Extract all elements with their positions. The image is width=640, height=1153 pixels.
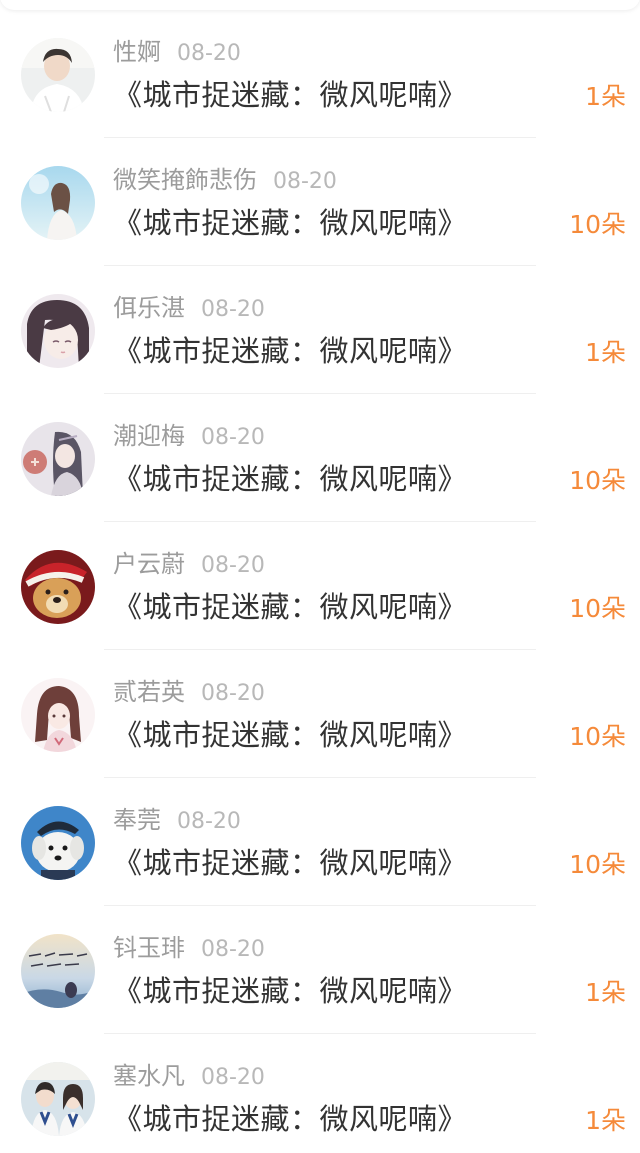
user-name[interactable]: 潮迎梅 xyxy=(113,422,185,450)
item-date: 08-20 xyxy=(201,681,265,706)
list-item[interactable]: 性婀 08-20 《城市捉迷藏：微风呢喃》 1朵 xyxy=(0,10,640,138)
list-item[interactable]: 户云蔚 08-20 《城市捉迷藏：微风呢喃》 10朵 xyxy=(0,522,640,650)
user-name[interactable]: 微笑掩飾悲伤 xyxy=(113,166,257,194)
avatar[interactable] xyxy=(21,38,95,112)
item-meta: 户云蔚 08-20 xyxy=(113,548,265,580)
gift-title[interactable]: 《城市捉迷藏：微风呢喃》 xyxy=(113,716,467,754)
avatar[interactable] xyxy=(21,294,95,368)
flower-count: 1朵 xyxy=(585,82,626,111)
list-item[interactable]: 潮迎梅 08-20 《城市捉迷藏：微风呢喃》 10朵 xyxy=(0,394,640,522)
item-date: 08-20 xyxy=(201,425,265,450)
item-date: 08-20 xyxy=(177,41,241,66)
list-item[interactable]: 微笑掩飾悲伤 08-20 《城市捉迷藏：微风呢喃》 10朵 xyxy=(0,138,640,266)
gift-title[interactable]: 《城市捉迷藏：微风呢喃》 xyxy=(113,76,467,114)
gift-title[interactable]: 《城市捉迷藏：微风呢喃》 xyxy=(113,1100,467,1138)
flower-count: 10朵 xyxy=(569,722,626,751)
avatar[interactable] xyxy=(21,422,95,496)
user-name[interactable]: 钭玉琲 xyxy=(113,934,185,962)
list-item[interactable]: 奉莞 08-20 《城市捉迷藏：微风呢喃》 10朵 xyxy=(0,778,640,906)
user-name[interactable]: 贰若英 xyxy=(113,678,185,706)
user-name[interactable]: 户云蔚 xyxy=(113,550,185,578)
item-meta: 钭玉琲 08-20 xyxy=(113,932,265,964)
flower-count: 10朵 xyxy=(569,210,626,239)
avatar[interactable] xyxy=(21,806,95,880)
avatar-boy-white-shirt-icon xyxy=(21,38,95,112)
item-meta: 性婀 08-20 xyxy=(113,36,241,68)
avatar[interactable] xyxy=(21,550,95,624)
user-name[interactable]: 性婀 xyxy=(113,38,161,66)
user-name[interactable]: 佴乐湛 xyxy=(113,294,185,322)
flower-count: 10朵 xyxy=(569,466,626,495)
avatar[interactable] xyxy=(21,1062,95,1136)
gift-title[interactable]: 《城市捉迷藏：微风呢喃》 xyxy=(113,588,467,626)
gift-title[interactable]: 《城市捉迷藏：微风呢喃》 xyxy=(113,460,467,498)
avatar-girl-sky-icon xyxy=(21,166,95,240)
item-meta: 微笑掩飾悲伤 08-20 xyxy=(113,164,337,196)
user-name[interactable]: 塞水凡 xyxy=(113,1062,185,1090)
flower-count: 10朵 xyxy=(569,594,626,623)
item-meta: 奉莞 08-20 xyxy=(113,804,241,836)
top-sheet-edge xyxy=(0,0,640,10)
avatar-anime-girl-pink-icon xyxy=(21,678,95,752)
avatar-dog-santa-icon xyxy=(21,550,95,624)
avatar-handwriting-sky-icon xyxy=(21,934,95,1008)
gift-title[interactable]: 《城市捉迷藏：微风呢喃》 xyxy=(113,972,467,1010)
flower-count: 10朵 xyxy=(569,850,626,879)
item-meta: 贰若英 08-20 xyxy=(113,676,265,708)
gift-list[interactable]: 性婀 08-20 《城市捉迷藏：微风呢喃》 1朵 微笑掩飾悲伤 08-20 《城… xyxy=(0,10,640,1153)
list-item[interactable]: 塞水凡 08-20 《城市捉迷藏：微风呢喃》 1朵 xyxy=(0,1034,640,1153)
avatar-anime-girl-icon xyxy=(21,294,95,368)
avatar-white-puppy-icon xyxy=(21,806,95,880)
user-name[interactable]: 奉莞 xyxy=(113,806,161,834)
list-item[interactable]: 佴乐湛 08-20 《城市捉迷藏：微风呢喃》 1朵 xyxy=(0,266,640,394)
item-meta: 佴乐湛 08-20 xyxy=(113,292,265,324)
flower-count: 1朵 xyxy=(585,978,626,1007)
item-date: 08-20 xyxy=(201,937,265,962)
item-date: 08-20 xyxy=(177,809,241,834)
avatar-illustration-lady-icon xyxy=(21,422,95,496)
item-meta: 塞水凡 08-20 xyxy=(113,1060,265,1092)
list-item[interactable]: 钭玉琲 08-20 《城市捉迷藏：微风呢喃》 1朵 xyxy=(0,906,640,1034)
avatar[interactable] xyxy=(21,678,95,752)
item-date: 08-20 xyxy=(201,1065,265,1090)
flower-count: 1朵 xyxy=(585,1106,626,1135)
gift-record-page: 性婀 08-20 《城市捉迷藏：微风呢喃》 1朵 微笑掩飾悲伤 08-20 《城… xyxy=(0,0,640,1153)
item-date: 08-20 xyxy=(201,553,265,578)
gift-title[interactable]: 《城市捉迷藏：微风呢喃》 xyxy=(113,844,467,882)
list-item[interactable]: 贰若英 08-20 《城市捉迷藏：微风呢喃》 10朵 xyxy=(0,650,640,778)
avatar[interactable] xyxy=(21,166,95,240)
gift-title[interactable]: 《城市捉迷藏：微风呢喃》 xyxy=(113,332,467,370)
item-date: 08-20 xyxy=(273,169,337,194)
avatar-students-classroom-icon xyxy=(21,1062,95,1136)
gift-title[interactable]: 《城市捉迷藏：微风呢喃》 xyxy=(113,204,467,242)
flower-count: 1朵 xyxy=(585,338,626,367)
item-meta: 潮迎梅 08-20 xyxy=(113,420,265,452)
item-date: 08-20 xyxy=(201,297,265,322)
avatar[interactable] xyxy=(21,934,95,1008)
